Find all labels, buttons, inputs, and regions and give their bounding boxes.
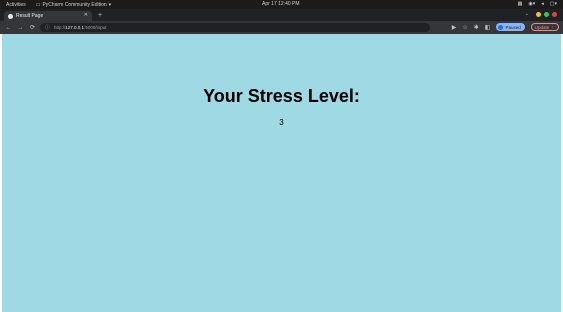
app-icon: ▭ bbox=[35, 1, 41, 8]
network-icon[interactable]: ◉▾ bbox=[528, 1, 535, 7]
update-button[interactable]: Update ⋮ bbox=[530, 23, 559, 31]
system-top-bar: Activities ▭ PyCharm Community Edition ▾… bbox=[0, 0, 563, 9]
extensions-icon[interactable]: ✱ bbox=[474, 24, 479, 31]
info-icon[interactable]: ⓘ bbox=[45, 24, 50, 31]
profile-label: Paused bbox=[505, 24, 521, 30]
cast-icon[interactable]: ▶ bbox=[452, 24, 457, 31]
profile-button[interactable]: Paused bbox=[496, 23, 525, 31]
url-prefix: http:// bbox=[54, 25, 66, 30]
url-host: 127.0.0.1 bbox=[65, 25, 85, 30]
back-arrow-icon[interactable]: ← bbox=[5, 25, 12, 31]
close-icon[interactable]: ✕ bbox=[84, 12, 88, 18]
browser-tab-strip: Result Page ✕ + ⌄ bbox=[0, 9, 563, 21]
minimize-button[interactable] bbox=[536, 11, 541, 17]
tab-result-page[interactable]: Result Page ✕ bbox=[4, 11, 92, 21]
app-menu[interactable]: ▭ PyCharm Community Edition ▾ bbox=[36, 2, 111, 8]
avatar bbox=[498, 24, 504, 30]
tab-title: Result Page bbox=[16, 13, 44, 19]
window-controls: ⌄ bbox=[525, 11, 557, 17]
update-label: Update bbox=[534, 24, 550, 30]
close-window-button[interactable] bbox=[552, 11, 557, 17]
new-tab-button[interactable]: + bbox=[98, 11, 102, 21]
globe-icon bbox=[8, 13, 13, 19]
bookmark-star-icon[interactable]: ☆ bbox=[462, 24, 467, 31]
more-vert-icon: ⋮ bbox=[549, 24, 555, 29]
page-content: Your Stress Level: 3 bbox=[2, 34, 561, 312]
tab-search-icon[interactable]: ⌄ bbox=[525, 11, 529, 17]
app-name: PyCharm Community Edition bbox=[42, 1, 107, 8]
volume-icon[interactable]: ◂ bbox=[541, 1, 544, 7]
side-panel-icon[interactable]: ◧ bbox=[485, 24, 491, 31]
browser-toolbar: ← → ⟳ ⓘ http:// 127.0.0.1 :5000/input ▶ … bbox=[0, 21, 563, 34]
reload-icon[interactable]: ⟳ bbox=[29, 24, 36, 31]
url-path: :5000/input bbox=[84, 25, 107, 30]
system-tray[interactable]: ▦ ◉▾ ◂ ▢▾ bbox=[518, 1, 557, 7]
chevron-down-icon: ▾ bbox=[108, 1, 112, 8]
maximize-button[interactable] bbox=[544, 11, 549, 17]
forward-arrow-icon[interactable]: → bbox=[17, 25, 24, 31]
address-bar[interactable]: ⓘ http:// 127.0.0.1 :5000/input bbox=[40, 23, 430, 32]
keyboard-icon[interactable]: ▦ bbox=[518, 1, 523, 7]
clock[interactable]: Apr 17 12:40 PM bbox=[262, 1, 300, 7]
power-icon[interactable]: ▢▾ bbox=[550, 1, 557, 7]
page-title: Your Stress Level: bbox=[203, 86, 360, 106]
stress-level-value: 3 bbox=[279, 118, 284, 127]
toolbar-actions: ▶ ☆ ✱ ◧ Paused Update ⋮ bbox=[452, 23, 559, 31]
activities-button[interactable]: Activities bbox=[6, 2, 26, 8]
